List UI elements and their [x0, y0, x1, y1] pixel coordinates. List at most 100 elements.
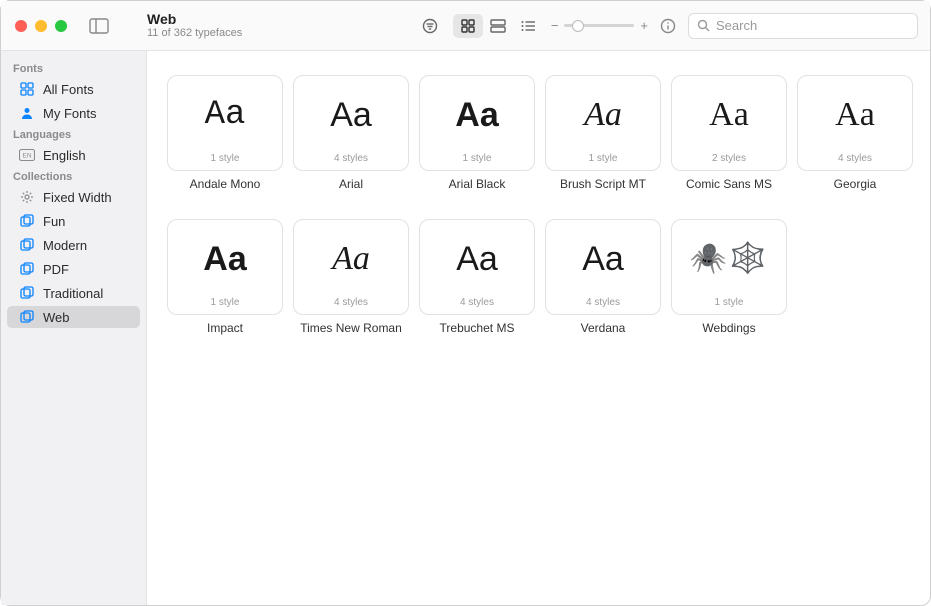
- font-name-label: Brush Script MT: [560, 177, 646, 191]
- sidebar-item-label: Fixed Width: [43, 190, 112, 205]
- font-tile[interactable]: Aa4 stylesArial: [293, 75, 409, 191]
- toolbar: − +: [415, 13, 930, 39]
- sidebar: Fonts All Fonts My Fonts Languages EN: [1, 51, 147, 605]
- search-icon: [697, 19, 710, 32]
- font-name-label: Arial Black: [449, 177, 506, 191]
- font-sample: Aa: [709, 76, 749, 153]
- font-tile[interactable]: Aa4 styles Verdana: [545, 219, 661, 335]
- font-grid-region: Aa1 styleAndale MonoAa4 stylesArialAa1 s…: [147, 51, 930, 605]
- sidebar-item-fixed-width[interactable]: Fixed Width: [7, 186, 140, 208]
- sidebar-item-label: Modern: [43, 238, 87, 253]
- sidebar-item-label: English: [43, 148, 86, 163]
- font-card[interactable]: Aa4 styles: [293, 75, 409, 171]
- sidebar-item-label: Fun: [43, 214, 65, 229]
- sidebar-item-pdf[interactable]: PDF: [7, 258, 140, 280]
- info-button[interactable]: [656, 18, 680, 34]
- zoom-out-button[interactable]: −: [551, 18, 559, 33]
- sidebar-item-all-fonts[interactable]: All Fonts: [7, 78, 140, 100]
- font-card[interactable]: Aa4 styles: [293, 219, 409, 315]
- font-grid-icon: [19, 81, 35, 97]
- collection-icon: [19, 261, 35, 277]
- sidebar-item-fun[interactable]: Fun: [7, 210, 140, 232]
- sidebar-item-my-fonts[interactable]: My Fonts: [7, 102, 140, 124]
- font-card[interactable]: 🕷️🕸️1 style: [671, 219, 787, 315]
- font-name-label: Trebuchet MS: [440, 321, 515, 335]
- sidebar-item-label: Traditional: [43, 286, 103, 301]
- collection-icon: [19, 309, 35, 325]
- font-tile[interactable]: Aa4 styles Georgia: [797, 75, 913, 191]
- filter-button[interactable]: [415, 14, 445, 38]
- toggle-sidebar-button[interactable]: [89, 18, 109, 34]
- font-name-label: Impact: [207, 321, 243, 335]
- font-tile[interactable]: Aa1 style Andale Mono: [167, 75, 283, 191]
- sidebar-section-collections: Collections: [1, 167, 146, 185]
- font-tile[interactable]: Aa1 style Impact: [167, 219, 283, 335]
- font-name-label: Andale Mono: [190, 177, 261, 191]
- sidebar-item-label: All Fonts: [43, 82, 94, 97]
- font-card[interactable]: Aa1 style: [419, 75, 535, 171]
- font-style-count: 1 style: [211, 153, 240, 164]
- font-style-count: 4 styles: [334, 297, 368, 308]
- font-tile[interactable]: Aa1 style Brush Script MT: [545, 75, 661, 191]
- font-style-count: 1 style: [589, 153, 618, 164]
- sidebar-item-label: My Fonts: [43, 106, 96, 121]
- gear-icon: [19, 189, 35, 205]
- titlebar: Web 11 of 362 typefaces: [1, 1, 930, 51]
- sidebar-section-fonts: Fonts: [1, 59, 146, 77]
- font-sample: Aa: [205, 76, 246, 153]
- font-style-count: 4 styles: [586, 297, 620, 308]
- close-window-button[interactable]: [15, 20, 27, 32]
- view-samples-button[interactable]: [483, 14, 513, 38]
- sidebar-item-modern[interactable]: Modern: [7, 234, 140, 256]
- sidebar-item-label: PDF: [43, 262, 69, 277]
- sidebar-item-web[interactable]: Web: [7, 306, 140, 328]
- font-name-label: Times New Roman: [300, 321, 402, 335]
- view-mode-segmented: [453, 14, 543, 38]
- zoom-control: − +: [551, 18, 648, 33]
- title-block: Web 11 of 362 typefaces: [147, 11, 242, 41]
- sidebar-item-traditional[interactable]: Traditional: [7, 282, 140, 304]
- font-card[interactable]: Aa2 styles: [671, 75, 787, 171]
- font-tile[interactable]: 🕷️🕸️1 styleWebdings: [671, 219, 787, 335]
- language-icon: EN: [19, 147, 35, 163]
- font-tile[interactable]: Aa2 styles Comic Sans MS: [671, 75, 787, 191]
- collection-icon: [19, 285, 35, 301]
- font-sample: Aa: [455, 76, 498, 153]
- font-card[interactable]: Aa1 style: [167, 219, 283, 315]
- font-tile[interactable]: Aa4 styles Trebuchet MS: [419, 219, 535, 335]
- font-style-count: 1 style: [463, 153, 492, 164]
- zoom-slider[interactable]: [564, 24, 634, 27]
- font-tile[interactable]: Aa4 styles Times New Roman: [293, 219, 409, 335]
- zoom-thumb[interactable]: [572, 20, 584, 32]
- collection-icon: [19, 237, 35, 253]
- view-grid-button[interactable]: [453, 14, 483, 38]
- sidebar-section-languages: Languages: [1, 125, 146, 143]
- zoom-in-button[interactable]: +: [640, 18, 648, 33]
- font-name-label: Georgia: [834, 177, 877, 191]
- sidebar-item-english[interactable]: EN English: [7, 144, 140, 166]
- font-style-count: 1 style: [211, 297, 240, 308]
- font-sample: 🕷️🕸️: [690, 220, 769, 297]
- font-card[interactable]: Aa1 style: [167, 75, 283, 171]
- font-sample: Aa: [584, 76, 622, 153]
- zoom-window-button[interactable]: [55, 20, 67, 32]
- font-card[interactable]: Aa4 styles: [797, 75, 913, 171]
- page-subtitle: 11 of 362 typefaces: [147, 27, 242, 40]
- font-sample: Aa: [456, 220, 498, 297]
- minimize-window-button[interactable]: [35, 20, 47, 32]
- font-tile[interactable]: Aa1 style Arial Black: [419, 75, 535, 191]
- font-card[interactable]: Aa4 styles: [545, 219, 661, 315]
- font-style-count: 4 styles: [838, 153, 872, 164]
- font-name-label: Verdana: [581, 321, 626, 335]
- font-sample: Aa: [330, 76, 372, 153]
- search-input[interactable]: [716, 18, 909, 33]
- font-style-count: 4 styles: [334, 153, 368, 164]
- font-name-label: Comic Sans MS: [686, 177, 772, 191]
- font-style-count: 4 styles: [460, 297, 494, 308]
- svg-text:EN: EN: [22, 153, 31, 160]
- font-card[interactable]: Aa1 style: [545, 75, 661, 171]
- sidebar-item-label: Web: [43, 310, 70, 325]
- view-list-button[interactable]: [513, 14, 543, 38]
- font-card[interactable]: Aa4 styles: [419, 219, 535, 315]
- search-field[interactable]: [688, 13, 918, 39]
